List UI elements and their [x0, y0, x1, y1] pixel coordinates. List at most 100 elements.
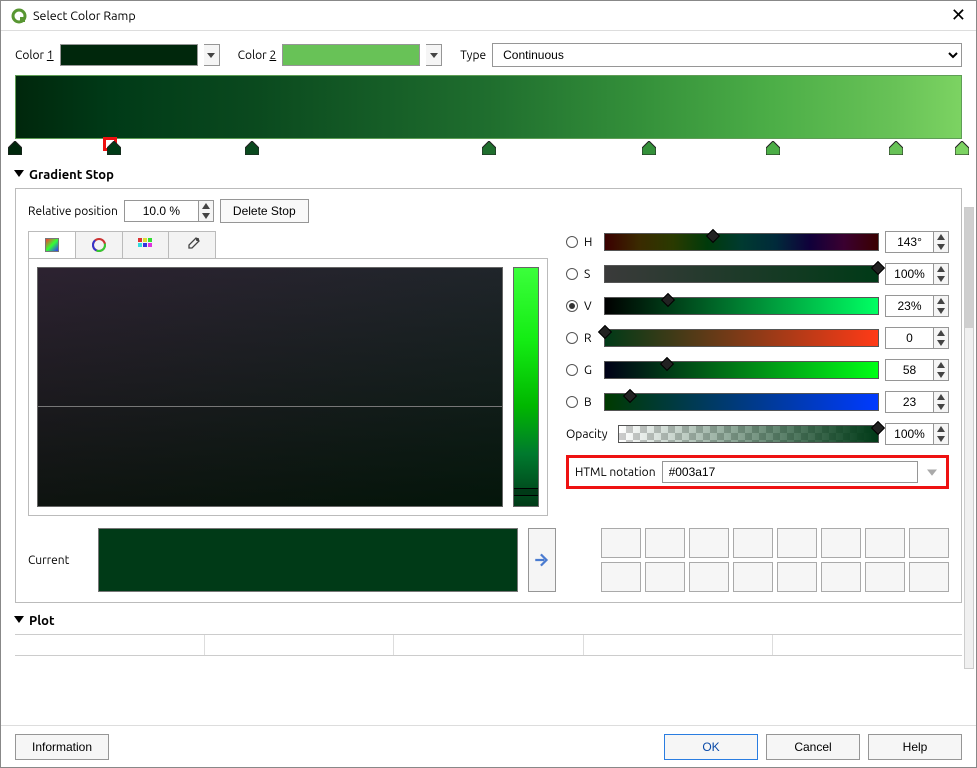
collapse-icon [13, 167, 25, 182]
palette-cell[interactable] [865, 562, 905, 592]
eyedropper-icon [184, 237, 200, 253]
palette-cell[interactable] [865, 528, 905, 558]
dialog-window: Select Color Ramp ✕ Color 1 Color 2 Type… [0, 0, 977, 768]
vertical-scrollbar[interactable] [964, 207, 974, 669]
information-button[interactable]: Information [15, 734, 109, 760]
html-notation-row: HTML notation [566, 455, 949, 489]
opacity-label: Opacity [566, 428, 612, 441]
stop-marker[interactable] [103, 137, 117, 151]
channel-row-b: B [566, 391, 949, 413]
channel-row-s: S [566, 263, 949, 285]
stop-marker[interactable] [245, 141, 259, 155]
stop-marker[interactable] [955, 141, 969, 155]
relative-position-input[interactable] [124, 200, 198, 222]
slider-h[interactable] [604, 233, 879, 251]
ok-button[interactable]: OK [664, 734, 758, 760]
stop-marker[interactable] [8, 141, 22, 155]
current-row: Current [28, 528, 949, 592]
html-notation-input[interactable] [662, 461, 918, 483]
tab-color-wheel[interactable] [76, 232, 123, 258]
delete-stop-button[interactable]: Delete Stop [220, 199, 309, 223]
palette-cell[interactable] [689, 528, 729, 558]
channel-label: B [584, 396, 598, 409]
palette-cell[interactable] [733, 562, 773, 592]
color2-swatch[interactable] [282, 44, 420, 66]
gradient-stop-label: Gradient Stop [29, 168, 114, 182]
radio-r[interactable] [566, 332, 578, 344]
palette-cell[interactable] [645, 528, 685, 558]
palette-cell[interactable] [777, 562, 817, 592]
palette-cell[interactable] [821, 528, 861, 558]
radio-b[interactable] [566, 396, 578, 408]
palette-cell[interactable] [733, 528, 773, 558]
palette-cell[interactable] [777, 528, 817, 558]
ramp-preview-wrap [15, 75, 962, 157]
picker-box [28, 258, 548, 516]
slider-s[interactable] [604, 265, 879, 283]
close-icon[interactable]: ✕ [951, 5, 966, 26]
stop-marker[interactable] [766, 141, 780, 155]
palette-cell[interactable] [689, 562, 729, 592]
stop-marker[interactable] [642, 141, 656, 155]
palette-cell[interactable] [909, 528, 949, 558]
tab-gradient[interactable] [29, 232, 76, 258]
color1-menu[interactable] [204, 44, 220, 66]
tab-eyedropper[interactable] [169, 232, 215, 258]
radio-g[interactable] [566, 364, 578, 376]
add-to-palette-button[interactable] [528, 528, 556, 592]
type-label: Type [460, 49, 486, 62]
stops-bar[interactable] [15, 141, 962, 157]
content-area: Color 1 Color 2 Type Continuous Gradient… [1, 31, 976, 725]
radio-s[interactable] [566, 268, 578, 280]
swatch-grid-icon [137, 237, 153, 253]
picker-tabs [28, 231, 216, 258]
color2-menu[interactable] [426, 44, 442, 66]
gradient-stop-header[interactable]: Gradient Stop [13, 167, 962, 182]
tab-swatches[interactable] [123, 232, 170, 258]
opacity-row: Opacity [566, 423, 949, 445]
slider-v[interactable] [604, 297, 879, 315]
value-strip-marker[interactable] [514, 488, 538, 496]
palette-cell[interactable] [645, 562, 685, 592]
cancel-button[interactable]: Cancel [766, 734, 860, 760]
relpos-arrows[interactable] [198, 200, 214, 222]
slider-g[interactable] [604, 361, 879, 379]
radio-v[interactable] [566, 300, 578, 312]
html-notation-label: HTML notation [575, 466, 656, 479]
relative-position-spin[interactable] [124, 200, 214, 222]
relpos-up[interactable] [199, 201, 213, 211]
palette-cell[interactable] [601, 528, 641, 558]
palette-cell[interactable] [909, 562, 949, 592]
gradient-stop-section: Relative position Delete Stop [15, 188, 962, 603]
palette-grid [601, 528, 949, 592]
saturation-area[interactable] [37, 267, 503, 507]
relpos-down[interactable] [199, 211, 213, 221]
palette-cell[interactable] [821, 562, 861, 592]
picker-left [28, 231, 548, 516]
html-notation-history[interactable] [924, 461, 940, 483]
slider-b[interactable] [604, 393, 879, 411]
current-color-swatch [98, 528, 518, 592]
channel-row-h: H [566, 231, 949, 253]
palette-cell[interactable] [601, 562, 641, 592]
type-select[interactable]: Continuous [492, 43, 962, 67]
stop-marker[interactable] [482, 141, 496, 155]
scrollbar-thumb[interactable] [965, 208, 973, 328]
window-title: Select Color Ramp [33, 9, 136, 23]
stop-marker[interactable] [889, 141, 903, 155]
radio-h[interactable] [566, 236, 578, 248]
ramp-preview[interactable] [15, 75, 962, 139]
slider-opacity[interactable] [618, 425, 879, 443]
collapse-icon [13, 613, 25, 628]
slider-r[interactable] [604, 329, 879, 347]
qgis-icon [11, 8, 27, 24]
plot-header[interactable]: Plot [13, 613, 962, 628]
help-button[interactable]: Help [868, 734, 962, 760]
current-label: Current [28, 528, 88, 592]
channel-row-r: R [566, 327, 949, 349]
gradient-icon [45, 238, 59, 252]
color1-swatch[interactable] [60, 44, 198, 66]
plot-label: Plot [29, 614, 55, 628]
color2-label: Color 2 [238, 49, 277, 62]
value-strip[interactable] [513, 267, 539, 507]
